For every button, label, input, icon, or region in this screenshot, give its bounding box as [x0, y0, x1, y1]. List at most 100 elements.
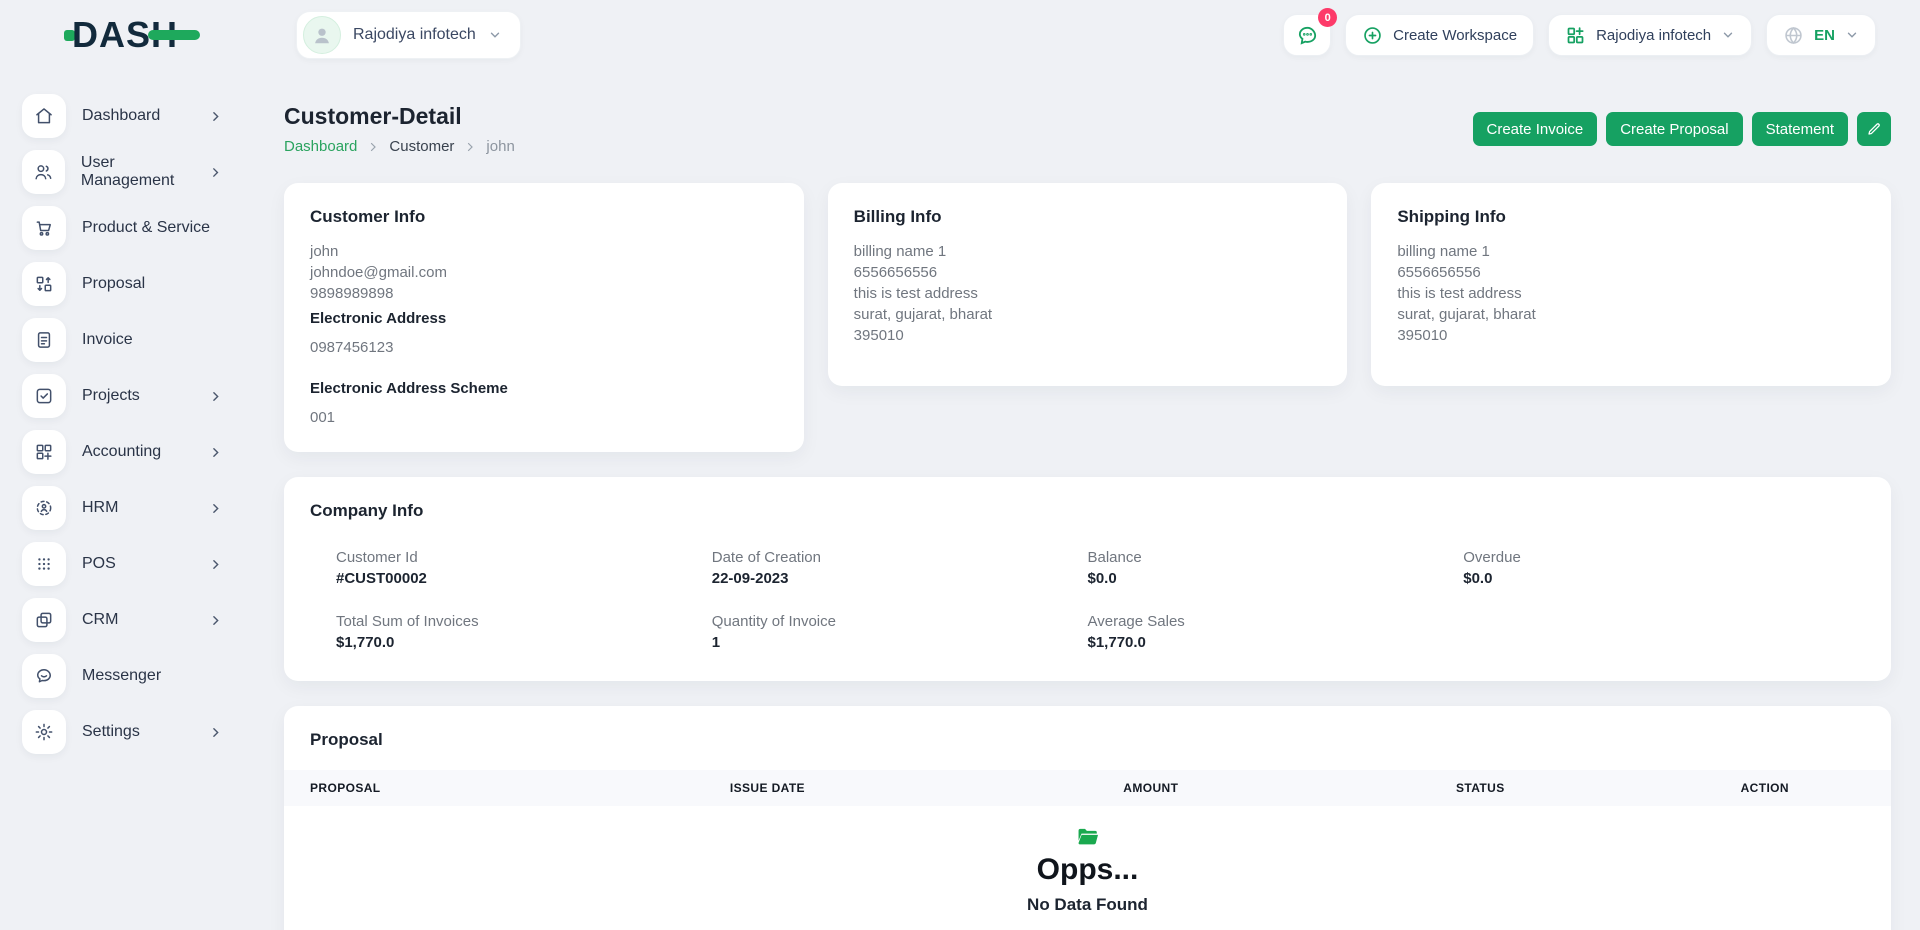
empty-state: Opps... No Data Found — [284, 806, 1891, 915]
billing-zip: 395010 — [854, 325, 1322, 346]
field-balance: Balance $0.0 — [1088, 549, 1464, 587]
chevron-right-icon — [464, 141, 476, 153]
sidebar-item-label: Settings — [82, 723, 140, 741]
company-info-card: Company Info Customer Id #CUST00002 Date… — [284, 477, 1891, 681]
sidebar-item-label: Accounting — [82, 443, 161, 461]
chevron-right-icon — [209, 446, 222, 459]
messenger-icon — [22, 654, 66, 698]
customer-email: johndoe@gmail.com — [310, 262, 778, 283]
cart-icon — [22, 206, 66, 250]
column-header-amount: AMOUNT — [1123, 781, 1456, 795]
workspace-selector[interactable]: Rajodiya infotech — [296, 11, 521, 59]
field-label: Average Sales — [1088, 613, 1464, 630]
pencil-icon — [1866, 121, 1882, 137]
electronic-address-scheme-label: Electronic Address Scheme — [310, 380, 778, 397]
chevron-down-icon — [1845, 28, 1859, 42]
grid-plus-icon — [1565, 25, 1586, 46]
logo-bar — [148, 30, 200, 40]
create-proposal-button[interactable]: Create Proposal — [1606, 112, 1742, 146]
main-content: Customer-Detail Dashboard Customer john … — [250, 70, 1920, 930]
empty-state-heading: Opps... — [284, 853, 1891, 887]
field-average-sales: Average Sales $1,770.0 — [1088, 613, 1464, 651]
shipping-info-card: Shipping Info billing name 1 6556656556 … — [1371, 183, 1891, 386]
sidebar-item-hrm[interactable]: HRM — [22, 486, 250, 530]
chevron-right-icon — [367, 141, 379, 153]
page-title: Customer-Detail — [284, 103, 515, 130]
sidebar-item-crm[interactable]: CRM — [22, 598, 250, 642]
hrm-icon — [22, 486, 66, 530]
projects-icon — [22, 374, 66, 418]
chevron-right-icon — [209, 558, 222, 571]
app-logo[interactable]: DASH — [64, 17, 250, 53]
chat-icon — [1296, 24, 1319, 47]
field-label: Overdue — [1463, 549, 1839, 566]
sidebar-item-invoice[interactable]: Invoice — [22, 318, 250, 362]
create-invoice-button[interactable]: Create Invoice — [1473, 112, 1598, 146]
field-total-sum-of-invoices: Total Sum of Invoices $1,770.0 — [336, 613, 712, 651]
customer-phone: 9898989898 — [310, 283, 778, 304]
pos-icon — [22, 542, 66, 586]
sidebar-item-label: Invoice — [82, 331, 133, 349]
card-title: Shipping Info — [1397, 207, 1865, 227]
electronic-address-scheme-value: 001 — [310, 407, 778, 428]
breadcrumb-current: john — [486, 138, 514, 155]
company-switcher[interactable]: Rajodiya infotech — [1548, 14, 1752, 56]
sidebar-item-settings[interactable]: Settings — [22, 710, 250, 754]
column-header-issue-date: ISSUE DATE — [730, 781, 1123, 795]
proposal-section-title: Proposal — [284, 730, 1891, 750]
sidebar-item-dashboard[interactable]: Dashboard — [22, 94, 250, 138]
topbar: DASH Rajodiya infotech 0 Create Workspac… — [0, 0, 1920, 70]
field-quantity-of-invoice: Quantity of Invoice 1 — [712, 613, 1088, 651]
sidebar-item-label: POS — [82, 555, 116, 573]
shipping-zip: 395010 — [1397, 325, 1865, 346]
field-value: $0.0 — [1088, 570, 1464, 587]
card-title: Company Info — [310, 501, 1865, 521]
sidebar-item-user-management[interactable]: User Management — [22, 150, 250, 194]
sidebar-item-product-service[interactable]: Product & Service — [22, 206, 250, 250]
field-date-of-creation: Date of Creation 22-09-2023 — [712, 549, 1088, 587]
folder-icon — [1077, 828, 1099, 846]
sidebar-item-projects[interactable]: Projects — [22, 374, 250, 418]
breadcrumb-dashboard[interactable]: Dashboard — [284, 138, 357, 155]
empty-state-message: No Data Found — [284, 895, 1891, 915]
messages-badge: 0 — [1318, 8, 1337, 27]
edit-customer-button[interactable] — [1857, 112, 1891, 146]
electronic-address-label: Electronic Address — [310, 310, 778, 327]
electronic-address-value: 0987456123 — [310, 337, 778, 358]
sidebar: Dashboard User Management Product & Serv… — [0, 70, 250, 930]
field-value: $1,770.0 — [336, 634, 712, 651]
sidebar-item-pos[interactable]: POS — [22, 542, 250, 586]
home-icon — [22, 94, 66, 138]
chevron-right-icon — [209, 166, 222, 179]
accounting-icon — [22, 430, 66, 474]
customer-name: john — [310, 241, 778, 262]
create-workspace-button[interactable]: Create Workspace — [1345, 14, 1534, 56]
sidebar-item-label: HRM — [82, 499, 118, 517]
language-code: EN — [1814, 27, 1835, 44]
sidebar-item-proposal[interactable]: Proposal — [22, 262, 250, 306]
sidebar-item-label: Product & Service — [82, 219, 210, 237]
shipping-name: billing name 1 — [1397, 241, 1865, 262]
chevron-right-icon — [209, 502, 222, 515]
chevron-right-icon — [209, 110, 222, 123]
proposal-table-header: PROPOSAL ISSUE DATE AMOUNT STATUS ACTION — [284, 770, 1891, 806]
chevron-right-icon — [209, 726, 222, 739]
field-label: Customer Id — [336, 549, 712, 566]
messages-button[interactable]: 0 — [1283, 14, 1331, 56]
sidebar-item-label: Messenger — [82, 667, 161, 685]
card-title: Billing Info — [854, 207, 1322, 227]
company-switcher-label: Rajodiya infotech — [1596, 27, 1711, 44]
billing-city: surat, gujarat, bharat — [854, 304, 1322, 325]
sidebar-item-messenger[interactable]: Messenger — [22, 654, 250, 698]
statement-button[interactable]: Statement — [1752, 112, 1848, 146]
sidebar-item-label: Projects — [82, 387, 140, 405]
sidebar-item-accounting[interactable]: Accounting — [22, 430, 250, 474]
customer-info-card: Customer Info john johndoe@gmail.com 989… — [284, 183, 804, 452]
sidebar-item-label: Proposal — [82, 275, 145, 293]
chevron-right-icon — [209, 390, 222, 403]
field-value: 22-09-2023 — [712, 570, 1088, 587]
breadcrumb-customer[interactable]: Customer — [389, 138, 454, 155]
language-selector[interactable]: EN — [1766, 14, 1876, 56]
shipping-city: surat, gujarat, bharat — [1397, 304, 1865, 325]
users-icon — [22, 150, 65, 194]
